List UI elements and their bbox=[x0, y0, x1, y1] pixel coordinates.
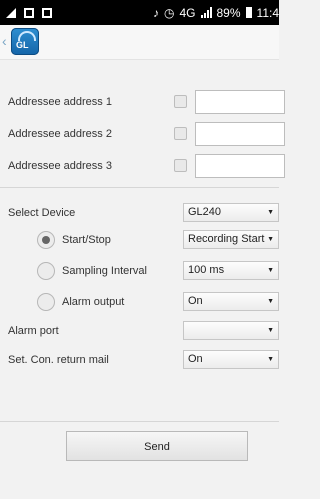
battery-icon bbox=[245, 7, 252, 18]
signal-strength-icon bbox=[200, 7, 212, 18]
dropdown-arrow-icon: ▼ bbox=[267, 209, 274, 216]
section-divider bbox=[0, 187, 279, 188]
return-mail-label: Set. Con. return mail bbox=[8, 354, 109, 366]
app-logo[interactable]: GL bbox=[11, 28, 39, 55]
alarm-port-select[interactable]: ▼ bbox=[183, 321, 279, 340]
send-button[interactable]: Send bbox=[66, 431, 248, 461]
dropdown-arrow-icon: ▼ bbox=[267, 298, 274, 305]
alarm-output-select-value: On bbox=[188, 295, 203, 307]
select-device-label: Select Device bbox=[8, 207, 76, 219]
image-icon bbox=[42, 7, 52, 18]
alarm-output-row: Alarm output On ▼ bbox=[0, 288, 279, 316]
dropdown-arrow-icon: ▼ bbox=[267, 356, 274, 363]
addressee-label-2: Addressee address 2 bbox=[8, 128, 112, 140]
sampling-interval-label: Sampling Interval bbox=[62, 265, 147, 277]
sampling-interval-row: Sampling Interval 100 ms ▼ bbox=[0, 257, 279, 285]
dropdown-arrow-icon: ▼ bbox=[267, 267, 274, 274]
battery-percent: 89% bbox=[216, 5, 241, 20]
sampling-interval-radio[interactable] bbox=[37, 262, 55, 280]
alarm-output-label: Alarm output bbox=[62, 296, 125, 308]
return-mail-select[interactable]: On ▼ bbox=[183, 350, 279, 369]
addressee-input-3[interactable] bbox=[195, 154, 285, 178]
device-select-value: GL240 bbox=[188, 206, 222, 218]
addressee-row-3: Addressee address 3 bbox=[0, 152, 285, 180]
addressee-checkbox-2[interactable] bbox=[174, 127, 187, 140]
addressee-label-3: Addressee address 3 bbox=[8, 160, 112, 172]
alarm-output-select[interactable]: On ▼ bbox=[183, 292, 279, 311]
return-mail-select-value: On bbox=[188, 353, 203, 365]
alarm-icon: ◷ bbox=[164, 5, 175, 20]
start-stop-select-value: Recording Start bbox=[188, 233, 265, 245]
clock: 11:4 bbox=[256, 5, 279, 20]
app-bar: ‹ GL bbox=[0, 25, 279, 60]
start-stop-row: Start/Stop Recording Start ▼ bbox=[0, 226, 279, 254]
sampling-interval-select-value: 100 ms bbox=[188, 264, 225, 276]
vibrate-icon: ♪ bbox=[153, 5, 159, 20]
addressee-input-1[interactable] bbox=[195, 90, 285, 114]
select-device-row: Select Device GL240 ▼ bbox=[0, 199, 279, 227]
addressee-label-1: Addressee address 1 bbox=[8, 96, 112, 108]
alarm-port-label: Alarm port bbox=[8, 325, 59, 337]
start-stop-radio[interactable] bbox=[37, 231, 55, 249]
alarm-port-row: Alarm port ▼ bbox=[0, 317, 279, 345]
logo-text: GL bbox=[16, 40, 29, 50]
dropdown-arrow-icon: ▼ bbox=[267, 327, 274, 334]
addressee-input-2[interactable] bbox=[195, 122, 285, 146]
back-chevron-icon[interactable]: ‹ bbox=[2, 33, 7, 49]
addressee-checkbox-3[interactable] bbox=[174, 159, 187, 172]
dropdown-arrow-icon: ▼ bbox=[267, 236, 274, 243]
status-right-icons: ♪ ◷ 4G 89% 11:4 bbox=[153, 0, 279, 25]
device-select[interactable]: GL240 ▼ bbox=[183, 203, 279, 222]
addressee-checkbox-1[interactable] bbox=[174, 95, 187, 108]
signal-triangle-icon bbox=[6, 7, 16, 18]
sampling-interval-select[interactable]: 100 ms ▼ bbox=[183, 261, 279, 280]
alarm-output-radio[interactable] bbox=[37, 293, 55, 311]
facebook-icon bbox=[24, 7, 34, 18]
footer-divider bbox=[0, 421, 279, 422]
return-mail-row: Set. Con. return mail On ▼ bbox=[0, 346, 279, 374]
start-stop-select[interactable]: Recording Start ▼ bbox=[183, 230, 279, 249]
status-left-icons bbox=[6, 0, 52, 25]
status-bar: ♪ ◷ 4G 89% 11:4 bbox=[0, 0, 279, 25]
network-type: 4G bbox=[179, 5, 196, 20]
start-stop-label: Start/Stop bbox=[62, 234, 111, 246]
addressee-row-2: Addressee address 2 bbox=[0, 120, 285, 148]
addressee-row-1: Addressee address 1 bbox=[0, 88, 285, 116]
